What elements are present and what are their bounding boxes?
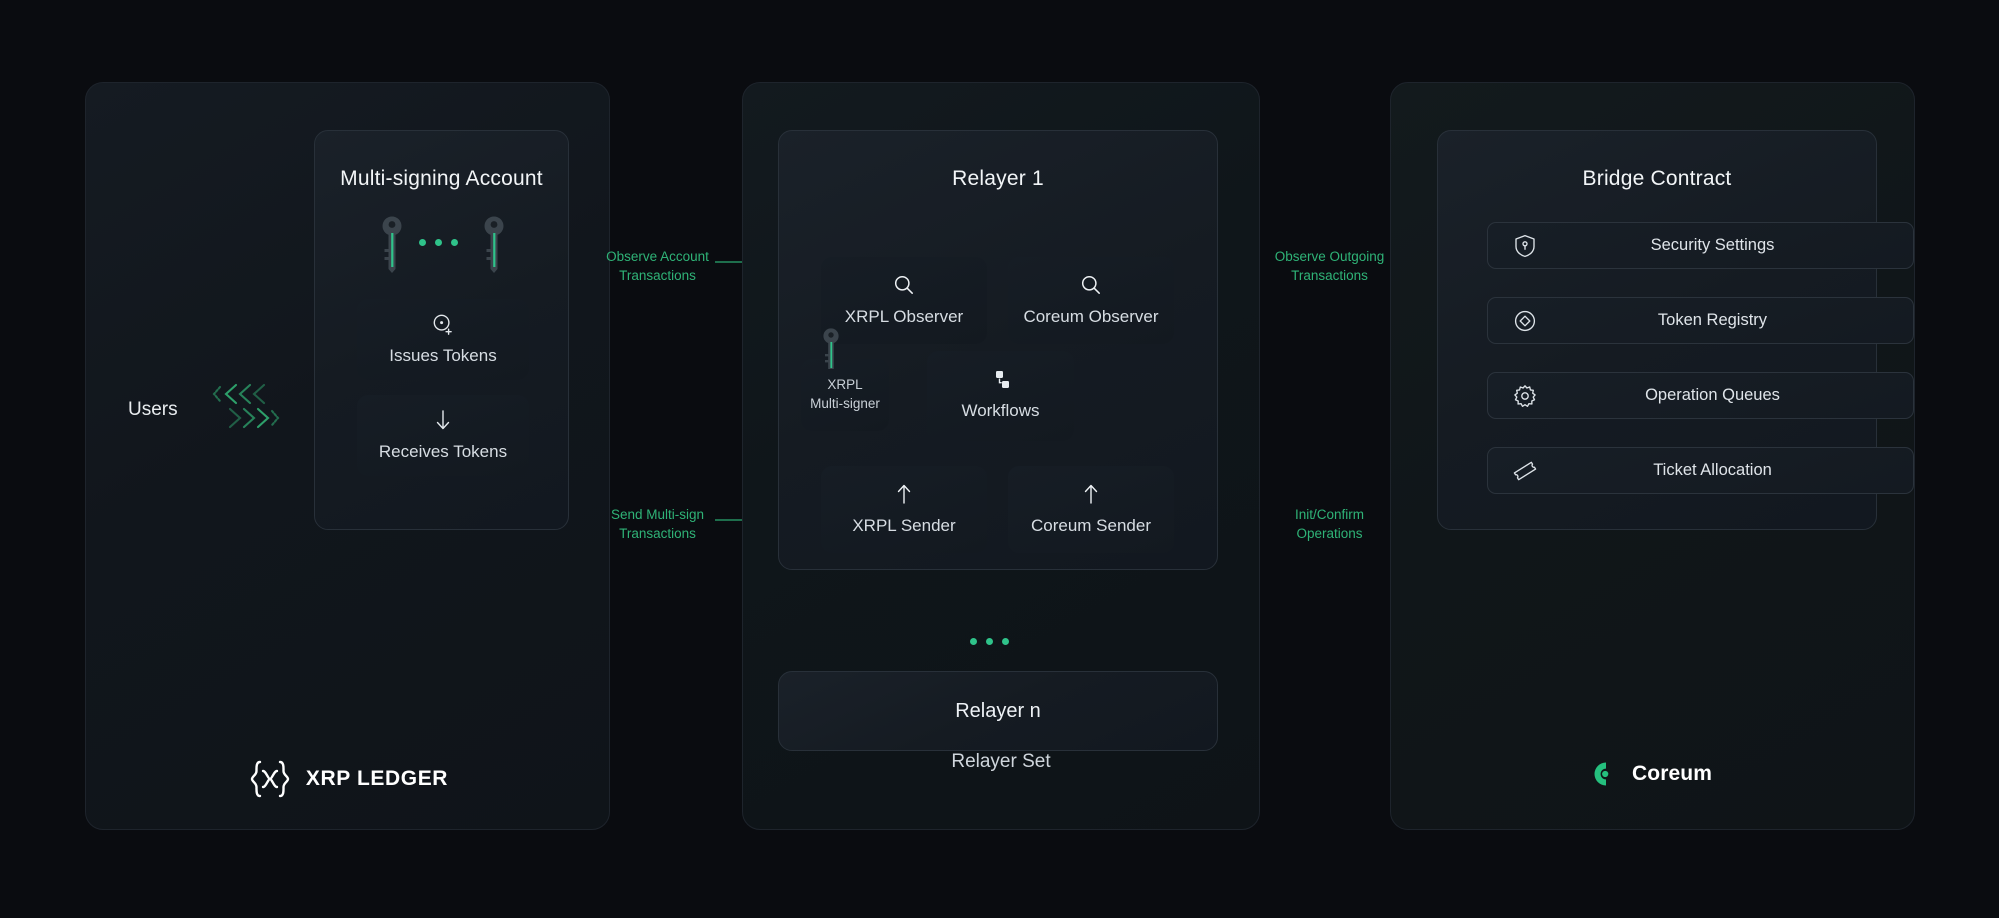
users-label: Users	[128, 399, 178, 421]
xrpl-observer-box[interactable]: XRPL Observer	[821, 257, 987, 344]
workflows-box[interactable]: Workflows	[927, 351, 1074, 441]
relayer-1-title: Relayer 1	[779, 167, 1217, 191]
relayer-set-panel: Relayer 1 XRPL Observer	[742, 82, 1260, 830]
search-icon	[893, 274, 915, 296]
operation-queues-row[interactable]: Operation Queues	[1487, 372, 1914, 419]
chevron-right-triple-icon	[230, 409, 278, 427]
arrow-up-icon	[894, 483, 914, 505]
relayer-set-caption: Relayer Set	[743, 751, 1259, 773]
xrpl-sender-label: XRPL Sender	[852, 515, 955, 536]
relayer-1-card: Relayer 1 XRPL Observer	[778, 130, 1218, 570]
xrp-ledger-logo-text: XRP LEDGER	[306, 767, 448, 791]
connector-label-send-multisign: Send Multi-sign Transactions	[600, 506, 715, 543]
init-confirm-line1: Init/Confirm	[1260, 506, 1399, 525]
search-icon	[1080, 274, 1102, 296]
observe-outgoing-line1: Observe Outgoing	[1260, 248, 1399, 267]
chevron-left-triple-icon	[214, 385, 264, 403]
send-multisign-line2: Transactions	[600, 525, 715, 544]
workflows-label: Workflows	[961, 400, 1039, 421]
arrow-down-icon	[433, 409, 453, 431]
xrpl-multisigner-label-line1: XRPL	[827, 377, 862, 394]
receives-tokens-box[interactable]: Receives Tokens	[357, 395, 529, 476]
xrp-ledger-logo	[247, 759, 293, 799]
coin-plus-icon	[432, 313, 454, 335]
init-confirm-line2: Operations	[1260, 525, 1399, 544]
coreum-sender-label: Coreum Sender	[1031, 515, 1151, 536]
send-multisign-line1: Send Multi-sign	[600, 506, 715, 525]
ticket-allocation-label: Ticket Allocation	[1512, 461, 1913, 480]
observe-outgoing-line2: Transactions	[1260, 267, 1399, 286]
observe-account-line1: Observe Account	[600, 248, 715, 267]
three-dots-icon	[419, 239, 458, 246]
bridge-contract-card: Bridge Contract Security Settings	[1437, 130, 1877, 530]
bridge-contract-title: Bridge Contract	[1438, 167, 1876, 191]
ticket-allocation-row[interactable]: Ticket Allocation	[1487, 447, 1914, 494]
users-arrows	[206, 381, 278, 433]
coreum-logo	[1593, 761, 1619, 787]
relayer-n-card[interactable]: Relayer n	[778, 671, 1218, 751]
coreum-logo-text: Coreum	[1632, 762, 1712, 786]
key-icon	[822, 327, 840, 371]
workflow-squares-icon	[990, 370, 1012, 390]
token-registry-label: Token Registry	[1512, 311, 1913, 330]
token-registry-row[interactable]: Token Registry	[1487, 297, 1914, 344]
xrp-ledger-panel: Users Multi-signing Account	[85, 82, 610, 830]
coreum-observer-box[interactable]: Coreum Observer	[1008, 257, 1174, 344]
observe-account-line2: Transactions	[600, 267, 715, 286]
relayer-ellipsis-icon	[970, 638, 1009, 645]
xrpl-multisigner-label-line2: Multi-signer	[810, 396, 880, 413]
arrow-up-icon	[1081, 483, 1101, 505]
xrpl-multisigner-box[interactable]: XRPL Multi-signer	[801, 359, 889, 431]
xrpl-observer-label: XRPL Observer	[845, 306, 963, 327]
coreum-logo-row: Coreum	[1391, 761, 1914, 787]
multi-signing-account-title: Multi-signing Account	[315, 167, 568, 191]
receives-tokens-label: Receives Tokens	[379, 441, 507, 462]
multi-signing-account-card: Multi-signing Account	[314, 130, 569, 530]
xrpl-sender-box[interactable]: XRPL Sender	[821, 466, 987, 553]
security-settings-row[interactable]: Security Settings	[1487, 222, 1914, 269]
security-settings-label: Security Settings	[1512, 236, 1913, 255]
connector-label-init-confirm: Init/Confirm Operations	[1260, 506, 1399, 543]
issues-tokens-label: Issues Tokens	[389, 345, 496, 366]
coreum-panel: Bridge Contract Security Settings	[1390, 82, 1915, 830]
issues-tokens-box[interactable]: Issues Tokens	[357, 299, 529, 380]
key-icon	[381, 215, 403, 273]
connector-label-observe-account: Observe Account Transactions	[600, 248, 715, 285]
coreum-sender-box[interactable]: Coreum Sender	[1008, 466, 1174, 553]
xrp-ledger-logo-row: XRP LEDGER	[86, 759, 609, 799]
connector-label-observe-outgoing: Observe Outgoing Transactions	[1260, 248, 1399, 285]
operation-queues-label: Operation Queues	[1512, 386, 1913, 405]
relayer-n-label: Relayer n	[955, 700, 1041, 723]
coreum-observer-label: Coreum Observer	[1023, 306, 1158, 327]
diagram-canvas: Users Multi-signing Account	[0, 0, 1999, 918]
key-icon	[483, 215, 505, 273]
